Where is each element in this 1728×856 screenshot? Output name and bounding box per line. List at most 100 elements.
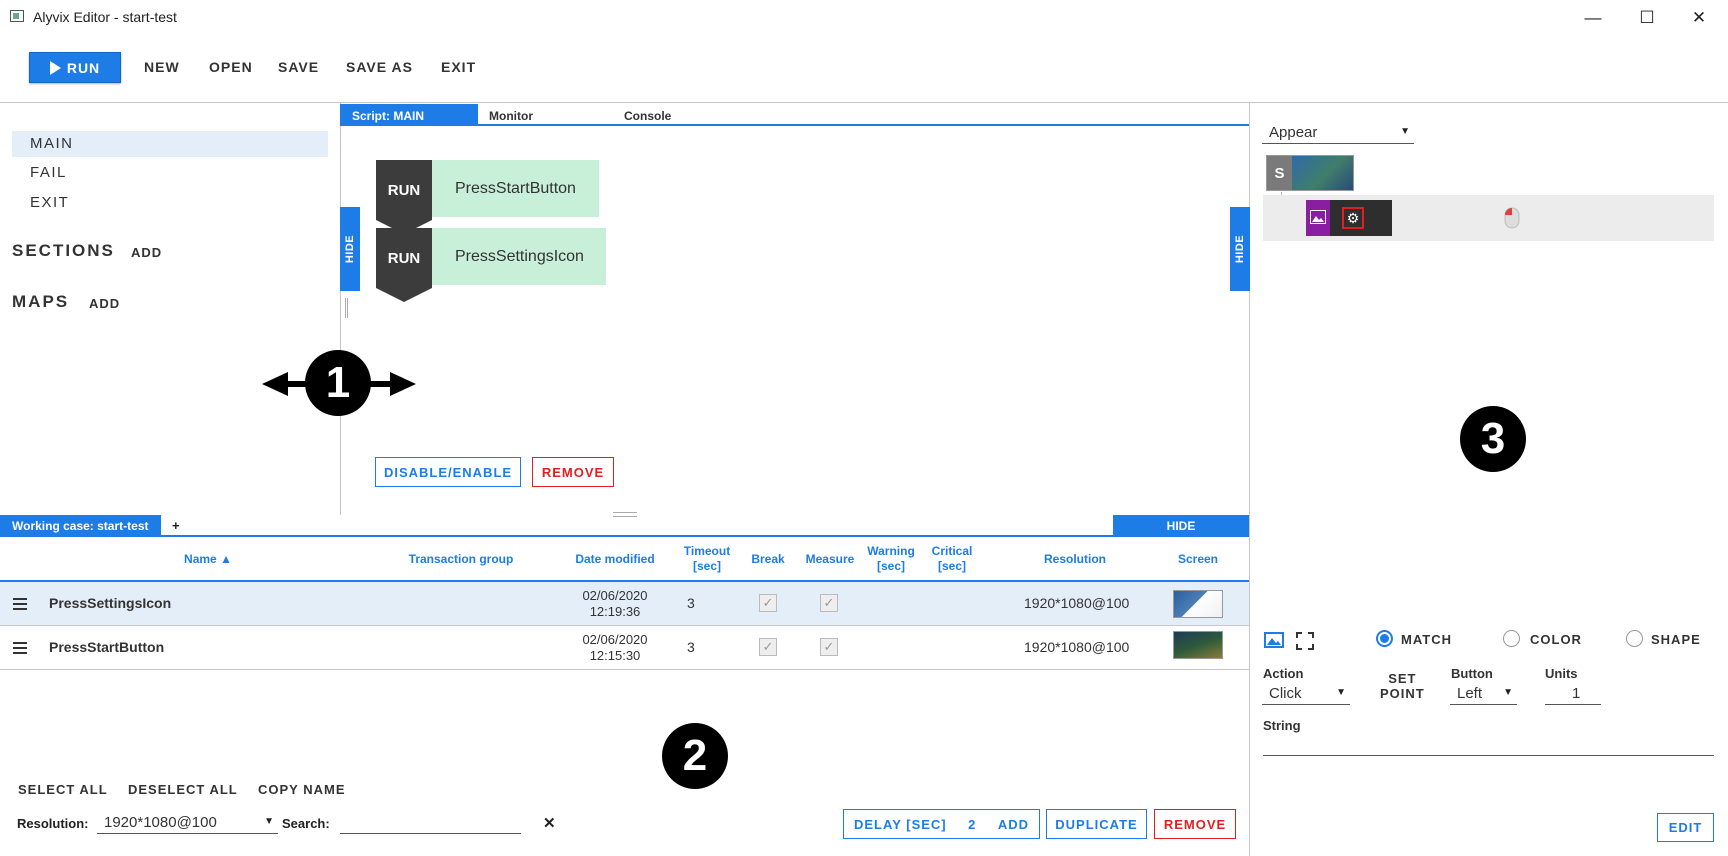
search-input[interactable]	[340, 833, 521, 834]
column-header-name[interactable]: Name ▲	[160, 552, 256, 567]
edit-button[interactable]: EDIT	[1657, 813, 1714, 842]
timeout-header-line1: Timeout	[683, 544, 731, 558]
screen-thumbnail-root[interactable]: S	[1266, 155, 1354, 191]
save-button[interactable]: SAVE	[278, 59, 319, 75]
script-block-name[interactable]: PressSettingsIcon	[432, 228, 606, 285]
warning-header-line2: [sec]	[876, 559, 905, 573]
toolbar-divider	[0, 102, 1728, 103]
add-map-button[interactable]: ADD	[89, 296, 120, 311]
string-label: String	[1263, 718, 1301, 733]
resolution-select[interactable]: 1920*1080@100 ▼	[97, 813, 278, 834]
remove-script-button[interactable]: REMOVE	[532, 457, 614, 487]
row-date-time: 12:19:36	[589, 604, 641, 619]
hide-right-panel-tab[interactable]: HIDE	[1230, 207, 1250, 291]
mouse-button-select[interactable]: Left ▼	[1450, 684, 1517, 705]
appear-select[interactable]: Appear ▼	[1262, 123, 1414, 144]
column-header-screen[interactable]: Screen	[1168, 552, 1228, 567]
new-button[interactable]: NEW	[144, 59, 180, 75]
deselect-all-button[interactable]: DESELECT ALL	[128, 782, 238, 797]
measure-checkbox[interactable]: ✓	[820, 638, 838, 656]
column-header-critical[interactable]: Critical [sec]	[924, 544, 980, 574]
color-label: COLOR	[1530, 632, 1582, 647]
break-checkbox[interactable]: ✓	[759, 638, 777, 656]
set-point-line1: SET	[1388, 671, 1417, 686]
maximize-button[interactable]: ☐	[1624, 4, 1670, 32]
image-type-badge	[1306, 200, 1330, 236]
tab-monitor[interactable]: Monitor	[489, 109, 533, 123]
column-header-warning[interactable]: Warning [sec]	[862, 544, 920, 574]
column-header-transaction-group[interactable]: Transaction group	[400, 552, 522, 567]
script-block-run-badge[interactable]: RUN	[376, 228, 432, 302]
delay-add-group[interactable]: DELAY [SEC] 2 ADD	[843, 809, 1040, 839]
drag-handle-icon[interactable]	[13, 642, 27, 654]
tree-s-badge: S	[1267, 156, 1292, 190]
timeout-header-line2: [sec]	[692, 559, 721, 573]
row-name: PressStartButton	[49, 639, 165, 655]
left-resize-grip[interactable]	[345, 298, 348, 318]
close-button[interactable]: ✕	[1676, 4, 1722, 32]
tree-child-thumbnail[interactable]: ⚙	[1306, 200, 1392, 236]
duplicate-button[interactable]: DUPLICATE	[1046, 809, 1147, 839]
chevron-down-icon: ▼	[1400, 126, 1410, 137]
tab-console[interactable]: Console	[624, 109, 671, 123]
action-select[interactable]: Click ▼	[1262, 684, 1350, 705]
tab-working-case[interactable]: Working case: start-test	[0, 515, 161, 536]
column-header-resolution[interactable]: Resolution	[1030, 552, 1120, 567]
add-button[interactable]: ADD	[998, 817, 1029, 832]
remove-button[interactable]: REMOVE	[1154, 809, 1236, 839]
appear-select-underline	[1262, 143, 1414, 144]
screen-thumbnail[interactable]	[1173, 631, 1223, 659]
nav-item-fail[interactable]: FAIL	[30, 164, 67, 181]
column-header-measure[interactable]: Measure	[800, 552, 860, 567]
chevron-down-icon: ▼	[1503, 687, 1513, 698]
hide-bottom-panel-button[interactable]: HIDE	[1113, 515, 1249, 537]
exit-button[interactable]: EXIT	[441, 59, 476, 75]
bottom-resize-grip[interactable]	[613, 512, 637, 517]
add-tab-button[interactable]: +	[172, 518, 180, 533]
nav-item-exit[interactable]: EXIT	[30, 194, 69, 211]
column-header-date-modified[interactable]: Date modified	[566, 552, 664, 567]
table-row[interactable]: PressSettingsIcon 02/06/2020 12:19:36 3 …	[0, 582, 1249, 626]
shape-label: SHAPE	[1651, 632, 1701, 647]
image-icon[interactable]	[1264, 632, 1284, 648]
delay-value[interactable]: 2	[968, 817, 976, 832]
save-as-button[interactable]: SAVE AS	[346, 59, 413, 75]
set-point-line2: POINT	[1380, 686, 1425, 701]
clear-search-icon[interactable]: ✕	[543, 814, 556, 832]
hide-left-label: HIDE	[344, 234, 356, 264]
row-date-day: 02/06/2020	[582, 632, 648, 647]
table-row[interactable]: PressStartButton 02/06/2020 12:15:30 3 ✓…	[0, 626, 1249, 670]
screen-thumbnail[interactable]	[1173, 590, 1223, 618]
hide-left-panel-tab[interactable]: HIDE	[340, 207, 360, 291]
shape-radio[interactable]	[1626, 630, 1643, 647]
select-all-button[interactable]: SELECT ALL	[18, 782, 108, 797]
script-block-name[interactable]: PressStartButton	[432, 160, 599, 217]
copy-name-button[interactable]: COPY NAME	[258, 782, 346, 797]
units-value[interactable]: 1	[1572, 685, 1580, 702]
fullscreen-icon[interactable]	[1296, 632, 1314, 650]
mouse-button-select-underline	[1450, 704, 1517, 705]
row-resolution: 1920*1080@100	[1024, 639, 1130, 655]
annotation-badge-2: 2	[662, 723, 728, 789]
title-bar	[0, 0, 1728, 34]
left-panel-divider	[340, 103, 341, 515]
set-point-button[interactable]: SET POINT	[1380, 671, 1425, 701]
break-checkbox[interactable]: ✓	[759, 594, 777, 612]
row-date: 02/06/2020 12:19:36	[566, 588, 664, 620]
script-block-run-badge[interactable]: RUN	[376, 160, 432, 234]
run-button[interactable]: RUN	[29, 52, 121, 83]
minimize-button[interactable]: —	[1570, 4, 1616, 32]
drag-handle-icon[interactable]	[13, 598, 27, 610]
add-section-button[interactable]: ADD	[131, 245, 162, 260]
disable-enable-button[interactable]: DISABLE/ENABLE	[375, 457, 521, 487]
column-header-timeout[interactable]: Timeout [sec]	[677, 544, 737, 574]
measure-checkbox[interactable]: ✓	[820, 594, 838, 612]
match-radio[interactable]	[1376, 630, 1393, 647]
column-header-break[interactable]: Break	[746, 552, 790, 567]
color-radio[interactable]	[1503, 630, 1520, 647]
nav-item-main[interactable]: MAIN	[30, 135, 74, 152]
string-input[interactable]	[1263, 755, 1714, 756]
maps-heading: MAPS	[12, 292, 70, 311]
open-button[interactable]: OPEN	[209, 59, 253, 75]
tab-script-main[interactable]: Script: MAIN	[340, 104, 478, 125]
